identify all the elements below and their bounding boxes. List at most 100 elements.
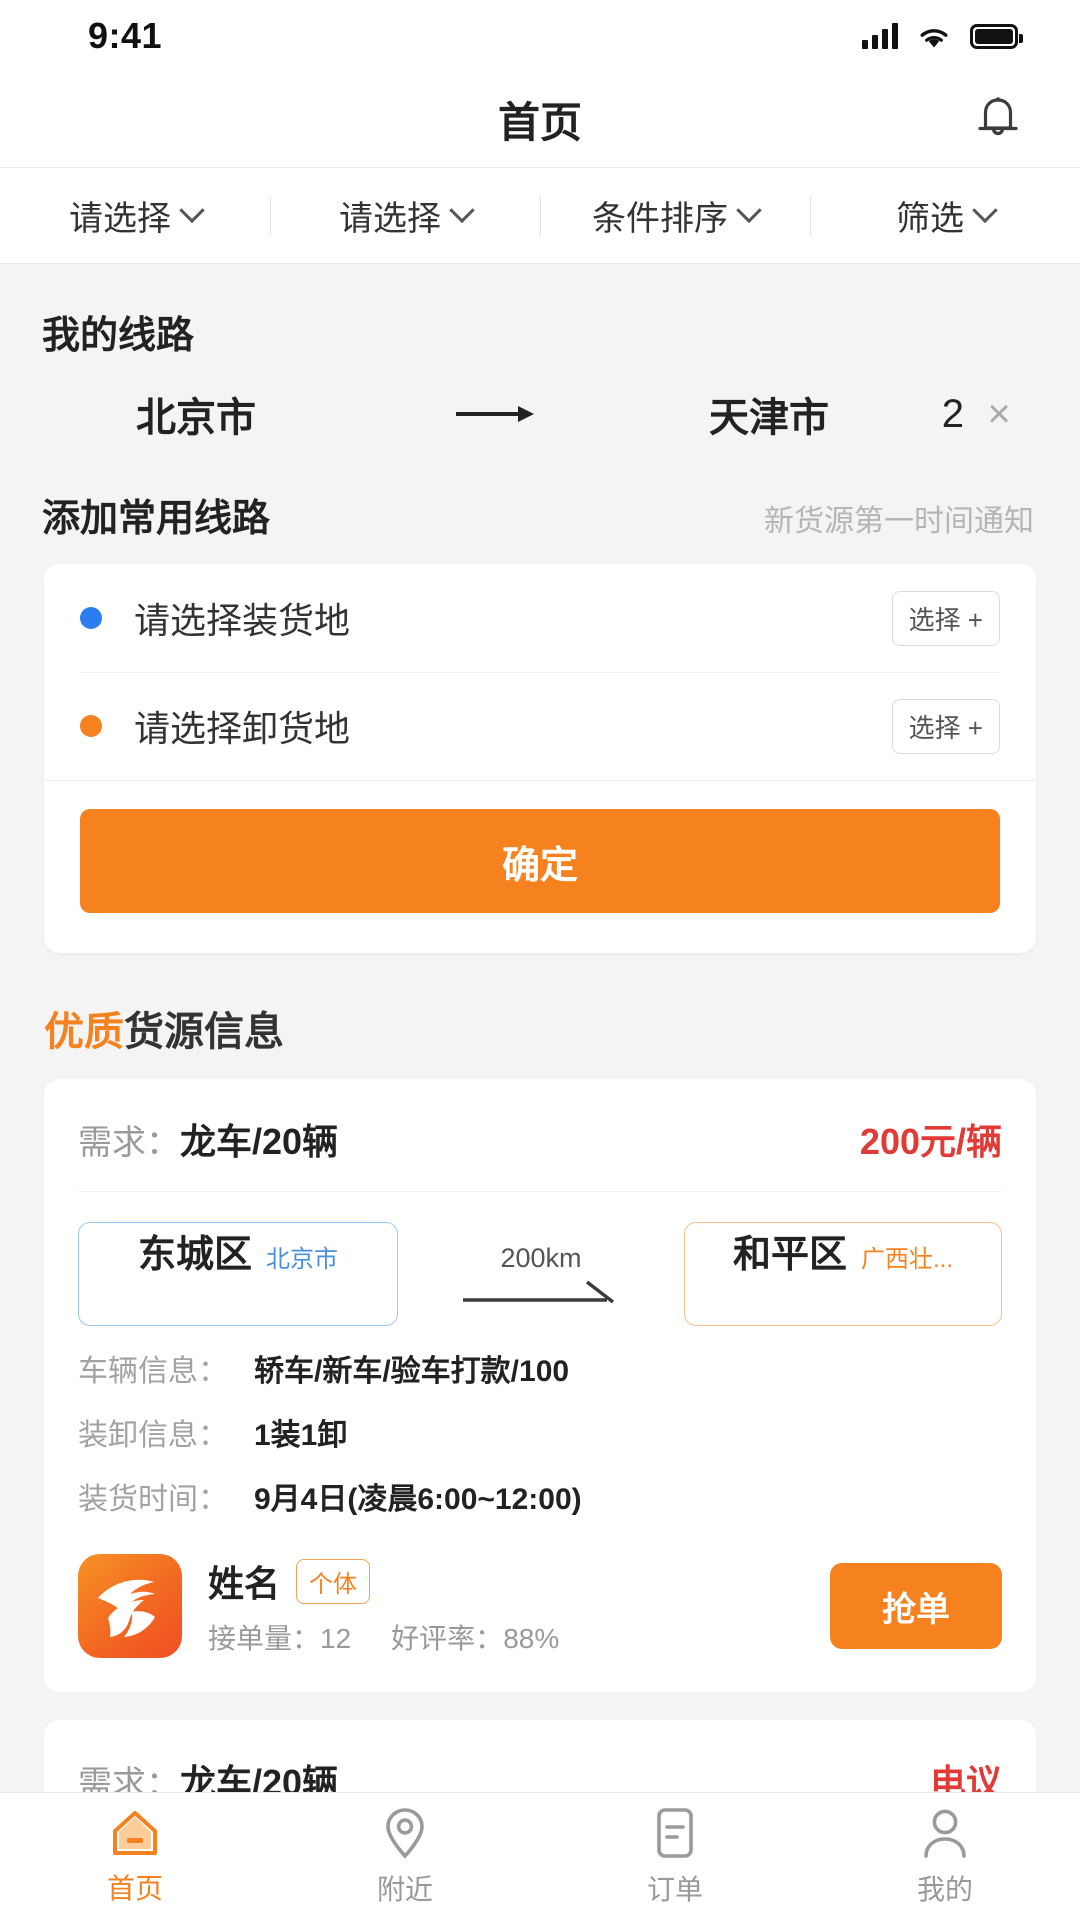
filter-dropdown-2[interactable]: 请选择 [270,168,540,263]
goods-origin-district: 东城区 [137,1234,252,1276]
tab-home[interactable]: 首页 [0,1807,270,1907]
status-bar: 9:41 [0,0,1080,72]
shipper-orders: 接单量：12 [208,1617,351,1657]
shipper-rating-key: 好评率： [391,1623,504,1654]
tab-nearby-label: 附近 [376,1873,433,1905]
goods-info-loading-key: 装卸信息： [78,1419,228,1452]
route-count: 2 [941,391,964,436]
tab-home-label: 首页 [106,1872,163,1904]
filter-label-1: 请选择 [69,200,171,238]
route-origin: 北京市 [136,396,256,440]
add-route-title: 添加常用线路 [42,498,271,540]
distance-arrow-icon [463,1280,615,1303]
status-time: 9:41 [88,15,163,56]
page-title: 首页 [497,99,582,146]
goods-origin-box[interactable]: 东城区 北京市 [78,1222,398,1326]
chevron-down-icon [179,197,205,223]
home-icon [113,1810,157,1855]
signal-bars-icon [862,23,898,49]
location-pin-icon [386,1807,424,1859]
add-route-hint: 新货源第一时间通知 [764,505,1034,538]
goods-info-vehicle-key: 车辆信息： [78,1355,228,1388]
goods-demand-value: 龙车/20辆 [180,1121,339,1162]
shipper-info: 姓名 个体 接单量：12 好评率：88% [208,1555,830,1657]
goods-card[interactable]: 需求：龙车/20辆 200元/辆 东城区 北京市 200km 和平区 广西壮..… [44,1079,1036,1692]
pickup-select-button[interactable]: 选择 + [891,590,1000,646]
filter-screen[interactable]: 筛选 [810,168,1080,263]
goods-info-time-key: 装货时间： [78,1483,228,1516]
tab-profile-label: 我的 [916,1873,973,1905]
route-destination: 天津市 [709,396,829,440]
shipper-name-row: 姓名 个体 [208,1555,830,1607]
dropoff-dot-icon [80,715,102,737]
pickup-dot-icon [80,607,102,629]
avatar[interactable] [78,1554,182,1658]
goods-dest-province: 广西壮... [861,1246,954,1273]
goods-route: 东城区 北京市 200km 和平区 广西壮... [78,1192,1002,1336]
add-route-header: 添加常用线路 新货源第一时间通知 [0,453,1080,564]
order-document-icon [657,1807,693,1858]
app-screen: 9:41 首页 请选择 请选择 条件排序 筛选 我的线路 北京市 天津市 2 ×… [0,0,1080,1920]
wifi-icon [920,28,948,47]
confirm-button[interactable]: 确定 [80,809,1000,913]
goods-title-rest: 货源信息 [124,1010,284,1054]
bottom-tab-bar: 首页 附近 订单 我的 [0,1792,1080,1920]
shipper-name: 姓名 [208,1563,281,1604]
nav-bar: 首页 [0,72,1080,168]
dropoff-select-button[interactable]: 选择 + [891,698,1000,754]
scroll-content[interactable]: 我的线路 北京市 天津市 2 × 添加常用线路 新货源第一时间通知 请选择装货地… [0,264,1080,1920]
goods-distance-label: 200km [500,1242,582,1273]
person-icon [924,1809,966,1858]
filter-bar: 请选择 请选择 条件排序 筛选 [0,168,1080,264]
dropoff-label: 请选择卸货地 [134,708,351,749]
goods-section-title: 优质货源信息 [0,953,1080,1079]
my-route-item[interactable]: 北京市 天津市 2 × [0,359,1080,453]
pickup-location-row[interactable]: 请选择装货地 选择 + [44,564,1036,672]
goods-distance: 200km [398,1243,684,1306]
goods-title-highlight: 优质 [44,1010,124,1054]
chevron-down-icon [736,197,762,223]
dropoff-location-row[interactable]: 请选择卸货地 选择 + [44,672,1036,780]
tab-orders[interactable]: 订单 [540,1806,810,1908]
tab-orders-label: 订单 [646,1873,703,1905]
battery-icon [970,23,1023,49]
filter-label-3: 条件排序 [592,200,728,238]
shipper-rating-value: 88% [503,1623,560,1654]
goods-info-time-value: 9月4日(凌晨6:00~12:00) [254,1483,582,1516]
route-arrow-icon [346,399,644,429]
status-icons [862,23,1023,50]
goods-info-loading-value: 1装1卸 [254,1419,348,1452]
my-routes-title: 我的线路 [42,315,195,357]
filter-dropdown-1[interactable]: 请选择 [0,168,270,263]
shipper-rating: 好评率：88% [391,1617,559,1657]
grab-order-button[interactable]: 抢单 [830,1563,1002,1649]
route-remove-icon[interactable]: × [964,392,1034,437]
goods-demand-label: 需求： [78,1124,180,1162]
goods-info-time: 装货时间： 9月4日(凌晨6:00~12:00) [78,1464,1002,1528]
goods-card-header: 需求：龙车/20辆 200元/辆 [78,1079,1002,1192]
filter-sort[interactable]: 条件排序 [540,168,810,263]
pickup-label: 请选择装货地 [134,600,351,641]
bell-icon [978,96,1018,135]
tab-profile[interactable]: 我的 [810,1806,1080,1908]
goods-demand: 需求：龙车/20辆 [78,1113,338,1165]
goods-info-vehicle-value: 轿车/新车/验车打款/100 [254,1355,570,1388]
notification-bell-button[interactable] [968,90,1028,150]
goods-origin-city: 北京市 [266,1246,338,1273]
chevron-down-icon [972,197,998,223]
goods-info-loading: 装卸信息： 1装1卸 [78,1400,1002,1464]
shipper-orders-value: 12 [320,1623,352,1654]
shipper-row: 姓名 个体 接单量：12 好评率：88% 抢单 [78,1528,1002,1692]
filter-label-4: 筛选 [896,200,964,238]
filter-label-2: 请选择 [339,200,441,238]
add-route-card: 请选择装货地 选择 + 请选择卸货地 选择 + 确定 [44,564,1036,953]
chevron-down-icon [449,197,475,223]
tab-nearby[interactable]: 附近 [270,1806,540,1908]
shipper-stats: 接单量：12 好评率：88% [208,1617,830,1657]
company-logo-icon [98,1579,155,1637]
goods-dest-district: 和平区 [732,1234,847,1276]
goods-destination-box[interactable]: 和平区 广西壮... [684,1222,1002,1326]
shipper-orders-key: 接单量： [208,1623,321,1654]
shipper-type-badge: 个体 [296,1558,371,1604]
goods-info-vehicle: 车辆信息： 轿车/新车/验车打款/100 [78,1336,1002,1400]
